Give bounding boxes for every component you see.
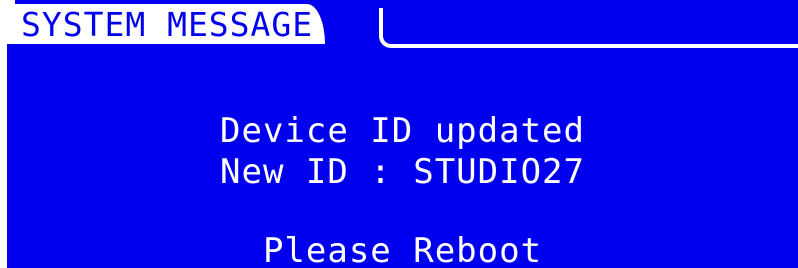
title-tab: SYSTEM MESSAGE bbox=[7, 4, 326, 44]
dialog-title: SYSTEM MESSAGE bbox=[21, 4, 314, 44]
tab-curl-divider bbox=[379, 8, 405, 48]
message-line-new-id: New ID : STUDIO27 bbox=[220, 152, 585, 192]
system-message-screen: SYSTEM MESSAGE Device ID updated New ID … bbox=[7, 0, 798, 268]
message-line-device-id-updated: Device ID updated bbox=[220, 111, 585, 151]
message-line-please-reboot: Please Reboot bbox=[262, 231, 543, 268]
header-rule bbox=[395, 44, 798, 48]
